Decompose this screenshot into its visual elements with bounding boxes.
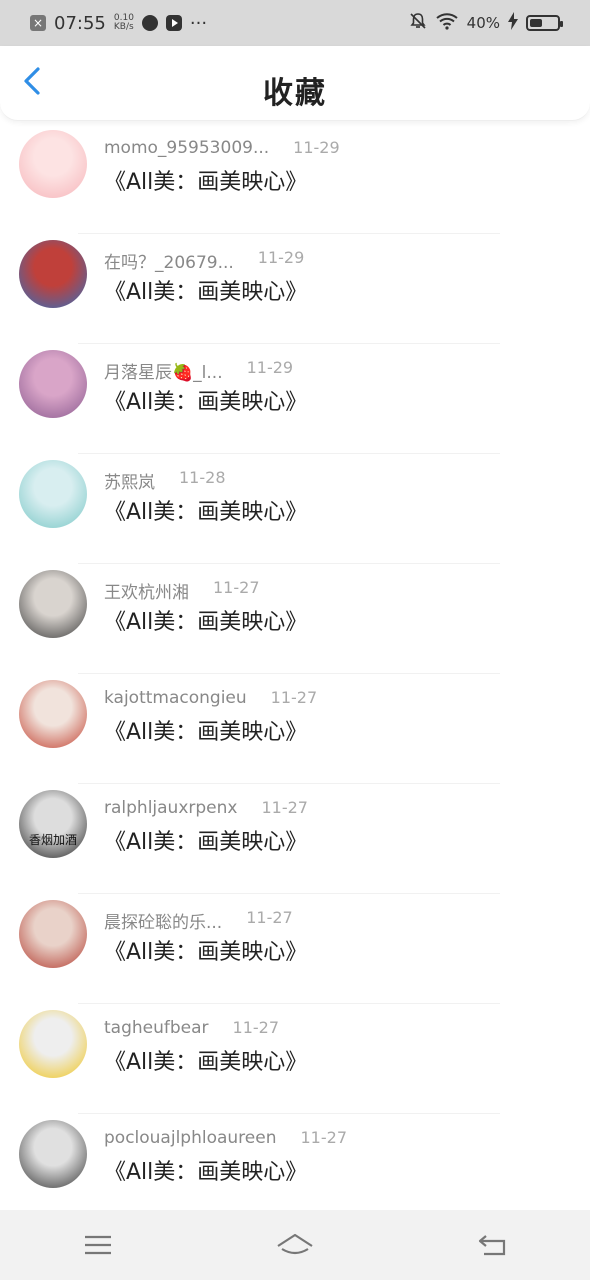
list-item[interactable]: 王欢杭州湘 11-27 《All美：画美映心》 <box>0 564 590 674</box>
system-nav-bar <box>0 1210 590 1280</box>
list-item[interactable]: momo_95953009... 11-29 《All美：画美映心》 <box>0 124 590 234</box>
author-name: 苏熙岚 <box>104 473 155 493</box>
post-date: 11-27 <box>261 798 308 817</box>
battery-percent: 40% <box>466 14 500 32</box>
page-title: 收藏 <box>263 76 327 111</box>
item-meta: 晨探砼聡的乐... 11-27 <box>104 908 293 933</box>
post-title[interactable]: 《All美：画美映心》 <box>104 604 307 636</box>
post-date: 11-27 <box>213 578 260 597</box>
item-meta: kajottmacongieu 11-27 <box>104 688 317 708</box>
item-meta: poclouajlphloaureen 11-27 <box>104 1128 347 1148</box>
avatar[interactable] <box>19 1010 87 1078</box>
post-date: 11-27 <box>270 688 318 707</box>
back-nav-button[interactable] <box>462 1225 522 1265</box>
list-item[interactable]: 晨探砼聡的乐... 11-27 《All美：画美映心》 <box>0 894 590 1004</box>
wifi-icon <box>435 12 459 35</box>
post-date: 11-27 <box>232 1018 280 1037</box>
list-item[interactable]: 香烟加酒 ralphljauxrpenx 11-27 《All美：画美映心》 <box>0 784 590 894</box>
avatar[interactable]: 香烟加酒 <box>19 790 87 858</box>
home-icon <box>277 1233 313 1255</box>
item-meta: 月落星辰🍓_l... 11-29 <box>104 358 293 383</box>
post-date: 11-27 <box>300 1128 348 1147</box>
avatar[interactable] <box>19 680 87 748</box>
list-item[interactable]: 苏熙岚 11-28 《All美：画美映心》 <box>0 454 590 564</box>
avatar[interactable] <box>19 570 87 638</box>
favorites-list: momo_95953009... 11-29 《All美：画美映心》 在吗？_2067… <box>0 124 590 1210</box>
post-title[interactable]: 《All美：画美映心》 <box>104 714 307 746</box>
menu-button[interactable] <box>68 1225 128 1265</box>
post-date: 11-29 <box>246 358 294 377</box>
item-meta: ralphljauxrpenx 11-27 <box>104 798 308 818</box>
author-name: 王欢杭州湘 <box>104 583 189 603</box>
home-button[interactable] <box>265 1225 325 1265</box>
avatar[interactable] <box>19 130 87 198</box>
status-left: × 07:55 0.10 KB/s ··· <box>30 13 207 34</box>
avatar[interactable] <box>19 1120 87 1188</box>
author-name: 在吗？_20679... <box>104 253 234 273</box>
speedometer-icon <box>141 15 158 31</box>
item-meta: 王欢杭州湘 11-27 <box>104 578 260 603</box>
item-meta: tagheufbear 11-27 <box>104 1018 279 1038</box>
post-date: 11-28 <box>179 468 226 487</box>
avatar[interactable] <box>19 460 87 528</box>
post-title[interactable]: 《All美：画美映心》 <box>104 274 307 306</box>
return-icon <box>478 1235 505 1256</box>
post-date: 11-29 <box>293 138 340 157</box>
list-item[interactable]: 在吗？_20679... 11-29 《All美：画美映心》 <box>0 234 590 344</box>
post-title[interactable]: 《All美：画美映心》 <box>104 384 307 416</box>
mute-bell-icon <box>409 12 427 35</box>
author-name: kajottmacongieu <box>104 688 247 708</box>
post-title[interactable]: 《All美：画美映心》 <box>104 494 307 526</box>
status-bar: × 07:55 0.10 KB/s ··· 40% <box>0 0 590 46</box>
list-item[interactable]: poclouajlphloaureen 11-27 《All美：画美映心》 <box>0 1114 590 1210</box>
charging-icon <box>508 11 518 35</box>
avatar[interactable] <box>19 240 87 308</box>
video-app-icon <box>165 15 182 31</box>
status-time: 07:55 <box>54 12 106 34</box>
close-notification-icon: × <box>30 15 46 31</box>
author-name: momo_95953009... <box>104 138 270 158</box>
author-name: poclouajlphloaureen <box>104 1128 277 1148</box>
post-title[interactable]: 《All美：画美映心》 <box>104 1154 307 1186</box>
avatar-caption: 香烟加酒 <box>28 833 77 847</box>
status-right: 40% <box>409 11 563 35</box>
item-meta: 苏熙岚 11-28 <box>104 468 226 493</box>
post-date: 11-29 <box>257 248 305 267</box>
item-meta: 在吗？_20679... 11-29 <box>104 248 304 273</box>
avatar[interactable] <box>19 350 87 418</box>
avatar[interactable] <box>19 900 87 968</box>
post-title[interactable]: 《All美：画美映心》 <box>104 824 307 856</box>
battery-icon <box>526 15 563 31</box>
author-name: 晨探砼聡的乐... <box>104 913 223 933</box>
post-title[interactable]: 《All美：画美映心》 <box>104 934 307 966</box>
list-item[interactable]: kajottmacongieu 11-27 《All美：画美映心》 <box>0 674 590 784</box>
net-speed: 0.10 KB/s <box>114 14 134 32</box>
post-title[interactable]: 《All美：画美映心》 <box>104 1044 307 1076</box>
header: 收藏 <box>0 46 590 121</box>
more-notifications-icon: ··· <box>189 12 208 34</box>
post-title[interactable]: 《All美：画美映心》 <box>104 164 307 196</box>
author-name: ralphljauxrpenx <box>104 798 238 818</box>
menu-icon <box>85 1235 112 1255</box>
item-meta: momo_95953009... 11-29 <box>104 138 340 158</box>
post-date: 11-27 <box>246 908 293 927</box>
author-name: 月落星辰🍓_l... <box>104 363 223 383</box>
list-item[interactable]: tagheufbear 11-27 《All美：画美映心》 <box>0 1004 590 1114</box>
author-name: tagheufbear <box>104 1018 209 1038</box>
list-item[interactable]: 月落星辰🍓_l... 11-29 《All美：画美映心》 <box>0 344 590 454</box>
net-speed-unit: KB/s <box>113 22 134 32</box>
